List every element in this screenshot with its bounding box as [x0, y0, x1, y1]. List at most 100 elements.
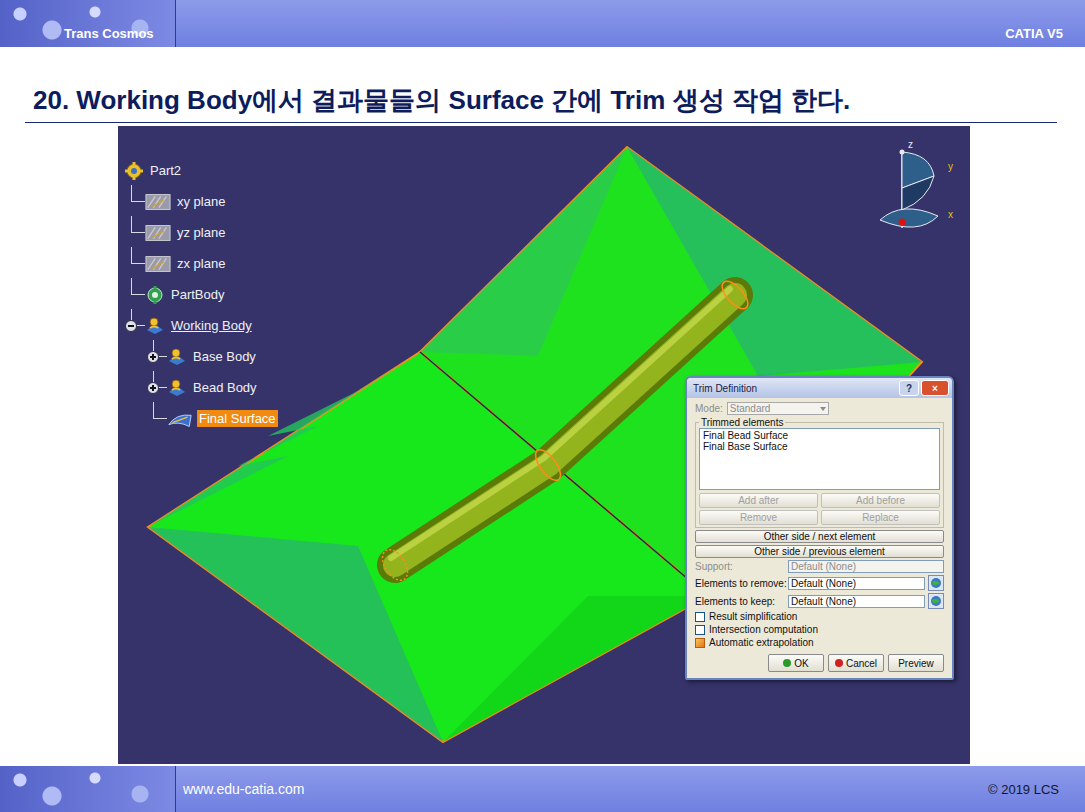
bead-end-ring: [377, 545, 412, 584]
compass-icon[interactable]: z y x: [878, 138, 958, 238]
field-input: Default (None): [788, 560, 944, 573]
checkbox-label: Intersection computation: [709, 624, 818, 635]
tree-item[interactable]: PartBody: [124, 279, 278, 310]
bead-top-ring: [718, 277, 753, 313]
bubbles-decoration: Trans Cosmos: [0, 0, 176, 47]
svg-text:x: x: [948, 209, 953, 220]
bead-mid-ring: [531, 446, 565, 485]
field-input[interactable]: Default (None): [788, 595, 925, 608]
tree-connector: [153, 340, 167, 357]
tree-item-label[interactable]: xy plane: [175, 193, 227, 210]
tree-item-label[interactable]: PartBody: [169, 286, 226, 303]
tree-item-label[interactable]: Final Surface: [197, 410, 278, 427]
tree-item[interactable]: xy plane: [124, 186, 278, 217]
tree-item-label[interactable]: Bead Body: [191, 379, 259, 396]
tree-connector: [131, 309, 145, 326]
field-row: Support:Default (None): [695, 560, 944, 573]
dialog-button[interactable]: Preview: [888, 654, 944, 672]
checkbox-label: Automatic extrapolation: [709, 637, 814, 648]
slide: Trans Cosmos CATIA V520. Working Body에서 결…: [0, 0, 1085, 812]
specification-tree: Part2 xy plane yz plane zx plane PartBody Wor…: [124, 155, 278, 434]
tree-item[interactable]: yz plane: [124, 217, 278, 248]
picker-icon[interactable]: [928, 593, 944, 609]
bead-highlight: [391, 289, 730, 558]
geometrical-set-icon: [167, 347, 187, 367]
footer-url[interactable]: www.edu-catia.com: [0, 781, 304, 797]
title-area: 20. Working Body에서 결과물들의 Surface 간에 Trim…: [0, 47, 1085, 126]
tree-item[interactable]: Part2: [124, 155, 278, 186]
dialog-buttons: OK Cancel Preview: [695, 654, 944, 672]
button-dot-icon: [835, 659, 843, 667]
field-row: Elements to keep:Default (None): [695, 593, 944, 609]
tree-item-label[interactable]: Working Body: [169, 317, 254, 334]
brand-label: Trans Cosmos: [0, 26, 154, 47]
other-side-button[interactable]: Other side / previous element: [695, 545, 944, 558]
mode-label: Mode:: [695, 403, 723, 414]
trimmed-element[interactable]: Final Bead Surface: [703, 430, 936, 441]
dialog-button[interactable]: Cancel: [828, 654, 884, 672]
svg-text:z: z: [908, 139, 913, 150]
tree-item-label[interactable]: yz plane: [175, 224, 227, 241]
checkbox-row[interactable]: Automatic extrapolation: [695, 637, 944, 648]
tree-item[interactable]: Working Body: [124, 310, 278, 341]
plane-icon: [145, 223, 171, 243]
tree-connector: [153, 371, 167, 388]
surface-icon: [167, 409, 193, 429]
tree-item[interactable]: zx plane: [124, 248, 278, 279]
close-button[interactable]: ×: [921, 380, 949, 396]
trim-definition-dialog[interactable]: Trim Definition?× Mode: Standard Trimmed el…: [685, 376, 954, 680]
mode-value: Standard: [730, 403, 771, 414]
field-input[interactable]: Default (None): [788, 577, 925, 590]
other-side-button[interactable]: Other side / next element: [695, 530, 944, 543]
expand-toggle[interactable]: [125, 320, 137, 332]
tree-connector: [131, 185, 145, 202]
footer-bar: www.edu-catia.com© 2019 LCS: [0, 766, 1085, 812]
checkbox-row[interactable]: Intersection computation: [695, 624, 944, 635]
dialog-button[interactable]: OK: [768, 654, 824, 672]
tree-item-label[interactable]: Part2: [148, 162, 183, 179]
catia-viewport[interactable]: z y x Part2 xy plane yz plane zx plane PartBody…: [118, 126, 970, 764]
expand-toggle[interactable]: [147, 351, 159, 363]
checkbox[interactable]: [695, 638, 705, 648]
dialog-titlebar[interactable]: Trim Definition?×: [687, 378, 952, 398]
front-shade-right: [443, 596, 708, 742]
list-button: Replace: [821, 510, 940, 525]
mode-select: Standard: [727, 402, 829, 415]
dialog-title: Trim Definition: [693, 383, 757, 394]
geometrical-set-icon: [167, 378, 187, 398]
plane-icon: [145, 254, 171, 274]
trimmed-element[interactable]: Final Base Surface: [703, 441, 936, 452]
tree-item[interactable]: Bead Body: [124, 372, 278, 403]
list-buttons: Add afterAdd beforeRemoveReplace: [699, 493, 940, 525]
bubbles-decoration: www.edu-catia.com: [0, 766, 176, 812]
svg-text:y: y: [948, 161, 953, 172]
dialog-body: Mode:StandardTrimmed elementsFinal Bead …: [687, 398, 952, 678]
picker-icon[interactable]: [928, 575, 944, 591]
front-steps: [148, 352, 420, 527]
tree-item[interactable]: Final Surface: [124, 403, 278, 434]
trimmed-elements-list[interactable]: Final Bead SurfaceFinal Base Surface: [699, 428, 940, 490]
help-button[interactable]: ?: [899, 380, 919, 396]
checkbox-label: Result simplification: [709, 611, 797, 622]
checkbox[interactable]: [695, 625, 705, 635]
back-shade-left: [420, 147, 627, 356]
field-row: Elements to remove:Default (None): [695, 575, 944, 591]
expand-toggle[interactable]: [147, 382, 159, 394]
geometrical-set-icon: [145, 316, 165, 336]
tree-item-label[interactable]: Base Body: [191, 348, 258, 365]
checkbox[interactable]: [695, 612, 705, 622]
tree-item-label[interactable]: zx plane: [175, 255, 227, 272]
button-dot-icon: [783, 659, 791, 667]
checkbox-row[interactable]: Result simplification: [695, 611, 944, 622]
product-label: CATIA V5: [1005, 26, 1085, 47]
tree-connector: [153, 402, 167, 419]
field-label: Elements to remove:: [695, 578, 785, 589]
body-icon: [145, 285, 165, 305]
tree-connector: [131, 278, 145, 295]
list-button: Add before: [821, 493, 940, 508]
list-button: Remove: [699, 510, 818, 525]
group-label: Trimmed elements: [699, 417, 785, 428]
tree-item[interactable]: Base Body: [124, 341, 278, 372]
field-label: Elements to keep:: [695, 596, 785, 607]
trimmed-elements-group: Trimmed elementsFinal Bead SurfaceFinal …: [695, 417, 944, 528]
